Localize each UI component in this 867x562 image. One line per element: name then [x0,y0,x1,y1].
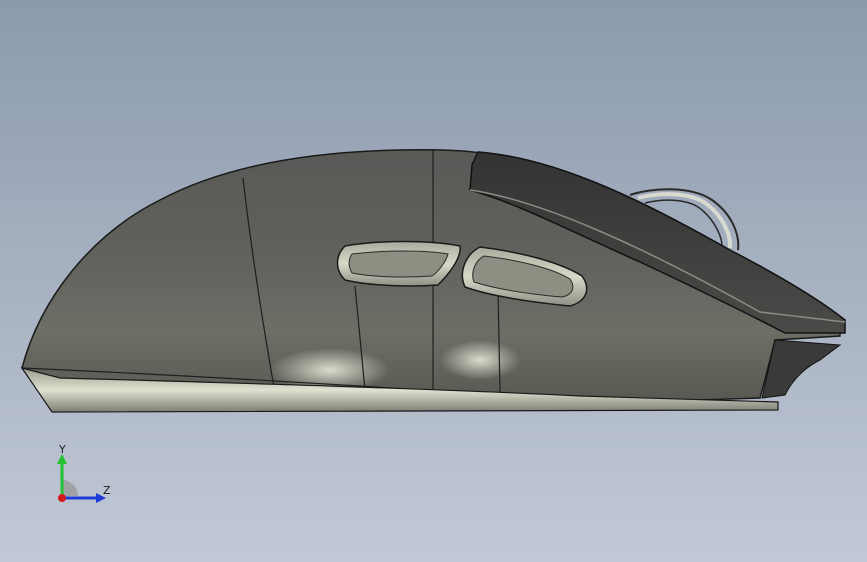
mouse-model[interactable] [0,0,867,562]
origin-point [58,494,66,502]
graphics-viewport[interactable]: Y Z [0,0,867,562]
z-axis-label: Z [103,484,111,497]
highlight [440,340,520,380]
view-triad: Y Z [57,443,111,503]
side-button-back[interactable] [336,240,461,287]
y-axis-label: Y [58,443,66,456]
xz-plane-indicator [62,480,78,496]
